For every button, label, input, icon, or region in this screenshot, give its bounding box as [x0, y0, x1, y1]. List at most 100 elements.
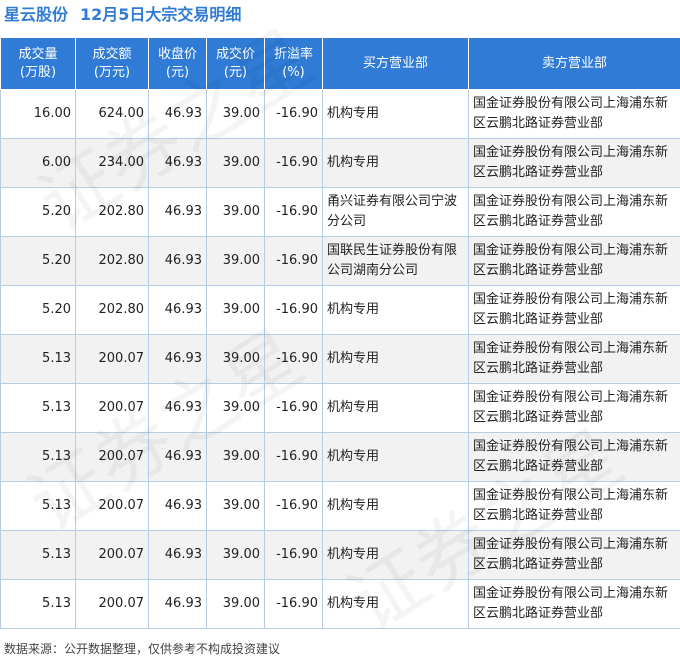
- cell-trade-price: 39.00: [206, 579, 265, 629]
- cell-volume: 5.13: [0, 579, 76, 629]
- table-row: 5.20 202.80 46.93 39.00 -16.90 机构专用 国金证券股份有限公司…: [0, 285, 680, 335]
- cell-amount: 200.07: [75, 432, 149, 482]
- cell-amount: 202.80: [75, 285, 149, 335]
- cell-premium: -16.90: [264, 334, 323, 384]
- cell-trade-price: 39.00: [206, 383, 265, 433]
- stock-name: 星云股份: [4, 5, 69, 24]
- cell-trade-price: 39.00: [206, 481, 265, 531]
- cell-trade-price: 39.00: [206, 89, 265, 139]
- table-row: 5.13 200.07 46.93 39.00 -16.90 机构专用 国金证券股份有限公司…: [0, 481, 680, 531]
- table-row: 5.20 202.80 46.93 39.00 -16.90 国联民生证券股份有限公司湖南…: [0, 236, 680, 286]
- cell-premium: -16.90: [264, 138, 323, 188]
- table-row: 5.13 200.07 46.93 39.00 -16.90 机构专用 国金证券股份有限公司…: [0, 579, 680, 629]
- cell-amount: 200.07: [75, 334, 149, 384]
- cell-amount: 624.00: [75, 89, 149, 139]
- data-source-note: 数据来源：公开数据整理，仅供参考不构成投资建议: [4, 642, 281, 656]
- cell-close-price: 46.93: [148, 383, 207, 433]
- cell-close-price: 46.93: [148, 530, 207, 580]
- cell-premium: -16.90: [264, 89, 323, 139]
- cell-buyer: 国联民生证券股份有限公司湖南分公司: [322, 236, 469, 286]
- cell-trade-price: 39.00: [206, 138, 265, 188]
- cell-seller: 国金证券股份有限公司上海浦东新区云鹏北路证券营业部: [468, 481, 680, 531]
- cell-close-price: 46.93: [148, 579, 207, 629]
- cell-amount: 200.07: [75, 530, 149, 580]
- cell-seller: 国金证券股份有限公司上海浦东新区云鹏北路证券营业部: [468, 236, 680, 286]
- page-title: 星云股份 12月5日大宗交易明细: [4, 2, 253, 28]
- table-row: 16.00 624.00 46.93 39.00 -16.90 机构专用 国金证券股份有限公…: [0, 89, 680, 139]
- table-row: 5.13 200.07 46.93 39.00 -16.90 机构专用 国金证券股份有限公司…: [0, 334, 680, 384]
- cell-trade-price: 39.00: [206, 334, 265, 384]
- table-body: 16.00 624.00 46.93 39.00 -16.90 机构专用 国金证券股份有限公…: [0, 89, 680, 629]
- cell-trade-price: 39.00: [206, 236, 265, 286]
- cell-buyer: 机构专用: [322, 432, 469, 482]
- table-row: 5.13 200.07 46.93 39.00 -16.90 机构专用 国金证券股份有限公司…: [0, 432, 680, 482]
- cell-trade-price: 39.00: [206, 530, 265, 580]
- cell-buyer: 机构专用: [322, 285, 469, 335]
- cell-premium: -16.90: [264, 530, 323, 580]
- cell-amount: 200.07: [75, 481, 149, 531]
- column-header-buyer: 买方营业部: [322, 37, 469, 90]
- cell-volume: 5.13: [0, 481, 76, 531]
- cell-seller: 国金证券股份有限公司上海浦东新区云鹏北路证券营业部: [468, 187, 680, 237]
- cell-volume: 6.00: [0, 138, 76, 188]
- cell-close-price: 46.93: [148, 481, 207, 531]
- table-row: 5.20 202.80 46.93 39.00 -16.90 甬兴证券有限公司宁波分公司国…: [0, 187, 680, 237]
- cell-amount: 200.07: [75, 383, 149, 433]
- cell-volume: 5.20: [0, 236, 76, 286]
- cell-buyer: 机构专用: [322, 530, 469, 580]
- cell-close-price: 46.93: [148, 432, 207, 482]
- table-row: 6.00 234.00 46.93 39.00 -16.90 机构专用 国金证券股份有限公司…: [0, 138, 680, 188]
- table-header-row: 成交量 (万股) 成交额 (万元) 收盘价 (元) 成交价 (元) 折溢率 (%) 买方营…: [0, 37, 680, 90]
- cell-close-price: 46.93: [148, 138, 207, 188]
- cell-volume: 5.13: [0, 334, 76, 384]
- cell-buyer: 机构专用: [322, 89, 469, 139]
- cell-close-price: 46.93: [148, 236, 207, 286]
- cell-volume: 5.13: [0, 530, 76, 580]
- cell-buyer: 机构专用: [322, 138, 469, 188]
- cell-amount: 202.80: [75, 236, 149, 286]
- cell-buyer: 甬兴证券有限公司宁波分公司: [322, 187, 469, 237]
- cell-volume: 5.20: [0, 187, 76, 237]
- column-header-close: 收盘价 (元): [148, 37, 207, 90]
- column-header-amount: 成交额 (万元): [75, 37, 149, 90]
- column-header-volume: 成交量 (万股): [0, 37, 76, 90]
- title-subtitle: 12月5日大宗交易明细: [80, 5, 242, 24]
- cell-seller: 国金证券股份有限公司上海浦东新区云鹏北路证券营业部: [468, 432, 680, 482]
- cell-buyer: 机构专用: [322, 383, 469, 433]
- cell-trade-price: 39.00: [206, 187, 265, 237]
- cell-trade-price: 39.00: [206, 432, 265, 482]
- cell-premium: -16.90: [264, 187, 323, 237]
- cell-volume: 5.20: [0, 285, 76, 335]
- cell-seller: 国金证券股份有限公司上海浦东新区云鹏北路证券营业部: [468, 285, 680, 335]
- cell-trade-price: 39.00: [206, 285, 265, 335]
- cell-premium: -16.90: [264, 481, 323, 531]
- cell-close-price: 46.93: [148, 285, 207, 335]
- cell-volume: 5.13: [0, 383, 76, 433]
- cell-amount: 200.07: [75, 579, 149, 629]
- cell-premium: -16.90: [264, 579, 323, 629]
- cell-buyer: 机构专用: [322, 481, 469, 531]
- cell-amount: 202.80: [75, 187, 149, 237]
- cell-close-price: 46.93: [148, 89, 207, 139]
- cell-buyer: 机构专用: [322, 579, 469, 629]
- cell-seller: 国金证券股份有限公司上海浦东新区云鹏北路证券营业部: [468, 138, 680, 188]
- cell-premium: -16.90: [264, 236, 323, 286]
- column-header-price: 成交价 (元): [206, 37, 265, 90]
- cell-seller: 国金证券股份有限公司上海浦东新区云鹏北路证券营业部: [468, 530, 680, 580]
- cell-volume: 16.00: [0, 89, 76, 139]
- cell-seller: 国金证券股份有限公司上海浦东新区云鹏北路证券营业部: [468, 89, 680, 139]
- cell-volume: 5.13: [0, 432, 76, 482]
- cell-premium: -16.90: [264, 285, 323, 335]
- cell-seller: 国金证券股份有限公司上海浦东新区云鹏北路证券营业部: [468, 383, 680, 433]
- column-header-premium: 折溢率 (%): [264, 37, 323, 90]
- cell-premium: -16.90: [264, 432, 323, 482]
- cell-premium: -16.90: [264, 383, 323, 433]
- cell-amount: 234.00: [75, 138, 149, 188]
- cell-buyer: 机构专用: [322, 334, 469, 384]
- cell-close-price: 46.93: [148, 187, 207, 237]
- column-header-seller: 卖方营业部: [468, 37, 680, 90]
- cell-seller: 国金证券股份有限公司上海浦东新区云鹏北路证券营业部: [468, 579, 680, 629]
- block-trade-table: 成交量 (万股) 成交额 (万元) 收盘价 (元) 成交价 (元) 折溢率 (%) 买方营…: [0, 37, 680, 629]
- table-row: 5.13 200.07 46.93 39.00 -16.90 机构专用 国金证券股份有限公司…: [0, 530, 680, 580]
- table-row: 5.13 200.07 46.93 39.00 -16.90 机构专用 国金证券股份有限公司…: [0, 383, 680, 433]
